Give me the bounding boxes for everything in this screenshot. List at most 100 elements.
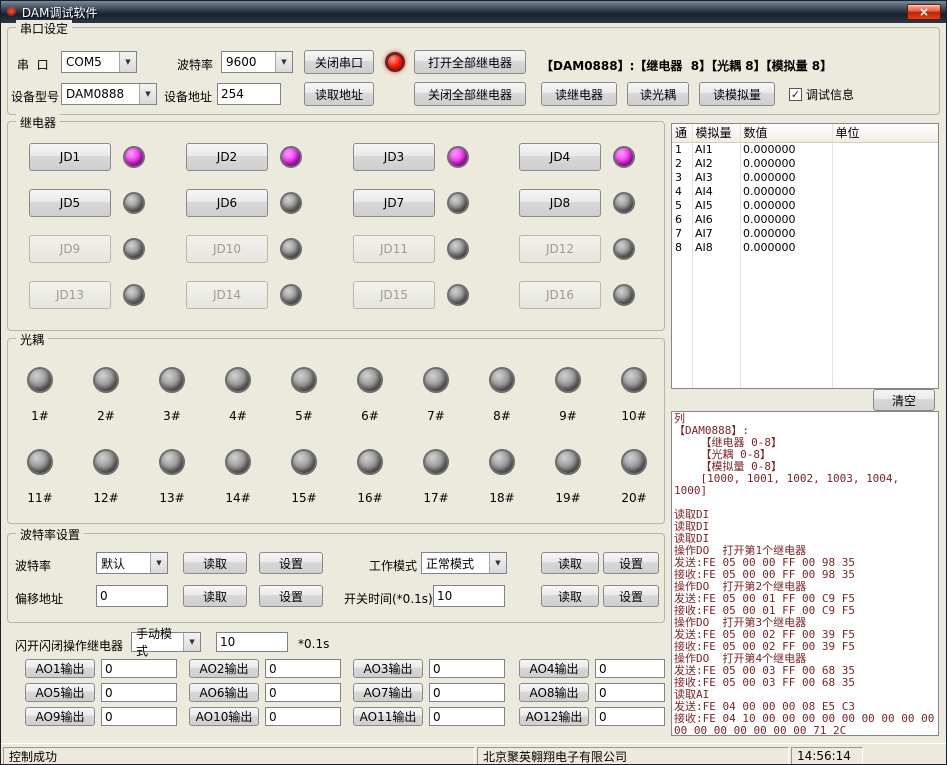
cell-ch: 3 bbox=[672, 170, 692, 184]
analog-table: 通 模拟量 数值 单位 1AI10.000000 2AI20.000000 3A… bbox=[671, 123, 939, 389]
relay-button-jd2[interactable]: JD2 bbox=[186, 143, 268, 171]
chevron-down-icon[interactable]: ▼ bbox=[150, 553, 167, 573]
ao4-value-field[interactable] bbox=[595, 659, 665, 678]
work-mode-select[interactable]: 正常模式 ▼ bbox=[421, 552, 507, 574]
device-model-select[interactable]: DAM0888 ▼ bbox=[61, 83, 157, 105]
switch-time-set-button[interactable]: 设置 bbox=[603, 585, 659, 607]
ao2-value-field[interactable] bbox=[265, 659, 341, 678]
baud-settings-group: 波特率设置 bbox=[7, 533, 665, 623]
table-row[interactable]: 6AI60.000000 bbox=[672, 212, 938, 226]
baud-read-button[interactable]: 读取 bbox=[183, 552, 247, 574]
ao3-output-button[interactable]: AO3输出 bbox=[353, 659, 423, 678]
device-model-value: DAM0888 bbox=[66, 87, 124, 101]
ao3-value-field[interactable] bbox=[429, 659, 505, 678]
ao1-output-button[interactable]: AO1输出 bbox=[25, 659, 95, 678]
chevron-down-icon[interactable]: ▼ bbox=[139, 84, 156, 104]
baud-setting-select[interactable]: 默认 ▼ bbox=[96, 552, 168, 574]
table-row[interactable]: 8AI80.000000 bbox=[672, 240, 938, 254]
work-mode-value: 正常模式 bbox=[426, 555, 474, 572]
ao5-value-field[interactable] bbox=[101, 683, 177, 702]
open-all-relays-button[interactable]: 打开全部继电器 bbox=[414, 50, 526, 74]
debug-log[interactable]: 列 【DAM0888】: 【继电器 0-8】 【光耦 0-8】 【模拟量 0-8… bbox=[671, 411, 939, 736]
relay-button-jd4[interactable]: JD4 bbox=[519, 143, 601, 171]
close-button[interactable]: × bbox=[907, 4, 941, 20]
relay-led-jd14 bbox=[280, 284, 302, 306]
ao6-output-button[interactable]: AO6输出 bbox=[189, 683, 259, 702]
com-port-select[interactable]: COM5 ▼ bbox=[61, 51, 137, 73]
ao11-output-button[interactable]: AO11输出 bbox=[353, 707, 423, 726]
title-bar[interactable]: ✺ DAM调试软件 × bbox=[1, 1, 946, 23]
ao7-value-field[interactable] bbox=[429, 683, 505, 702]
table-row[interactable]: 2AI20.000000 bbox=[672, 156, 938, 170]
relay-button-jd5[interactable]: JD5 bbox=[29, 189, 111, 217]
relay-button-jd16: JD16 bbox=[519, 281, 601, 309]
chevron-down-icon[interactable]: ▼ bbox=[275, 52, 292, 72]
relay-button-jd1[interactable]: JD1 bbox=[29, 143, 111, 171]
opto-led-18 bbox=[489, 449, 515, 475]
read-address-button[interactable]: 读取地址 bbox=[304, 82, 374, 106]
relay-button-jd3[interactable]: JD3 bbox=[353, 143, 435, 171]
ao2-output-button[interactable]: AO2输出 bbox=[189, 659, 259, 678]
opto-led-11 bbox=[27, 449, 53, 475]
close-all-relays-button[interactable]: 关闭全部继电器 bbox=[414, 82, 526, 106]
work-mode-set-button[interactable]: 设置 bbox=[603, 552, 659, 574]
relay-button-jd8[interactable]: JD8 bbox=[519, 189, 601, 217]
baud-set-button[interactable]: 设置 bbox=[259, 552, 323, 574]
ao11-value-field[interactable] bbox=[429, 707, 505, 726]
ao10-output-button[interactable]: AO10输出 bbox=[189, 707, 259, 726]
ao12-value-field[interactable] bbox=[595, 707, 665, 726]
read-opto-button[interactable]: 读光耦 bbox=[627, 82, 689, 106]
offset-set-button[interactable]: 设置 bbox=[259, 585, 323, 607]
ao6-value-field[interactable] bbox=[265, 683, 341, 702]
ao5-output-button[interactable]: AO5输出 bbox=[25, 683, 95, 702]
col-analog[interactable]: 模拟量 bbox=[692, 124, 740, 142]
flash-operation-label: 闪开闪闭操作继电器 bbox=[15, 637, 123, 654]
col-value[interactable]: 数值 bbox=[740, 124, 832, 142]
table-row[interactable]: 5AI50.000000 bbox=[672, 198, 938, 212]
col-unit[interactable]: 单位 bbox=[832, 124, 938, 142]
status-message: 控制成功 bbox=[3, 747, 475, 765]
relay-button-jd6[interactable]: JD6 bbox=[186, 189, 268, 217]
opto-label-16: 16# bbox=[350, 491, 390, 505]
ao9-value-field[interactable] bbox=[101, 707, 177, 726]
ao9-output-button[interactable]: AO9输出 bbox=[25, 707, 95, 726]
flash-time-field[interactable] bbox=[216, 632, 288, 652]
device-address-field[interactable] bbox=[217, 83, 281, 105]
baud-rate-label: 波特率 bbox=[177, 56, 213, 73]
checkbox-check-icon[interactable]: ✓ bbox=[789, 88, 802, 101]
opto-label-1: 1# bbox=[20, 409, 60, 423]
cell-name: AI1 bbox=[692, 142, 740, 156]
offset-address-field[interactable] bbox=[96, 585, 168, 607]
opto-label-17: 17# bbox=[416, 491, 456, 505]
read-relays-button[interactable]: 读继电器 bbox=[541, 82, 617, 106]
clock: 14:56:14 bbox=[791, 747, 863, 765]
switch-time-read-button[interactable]: 读取 bbox=[541, 585, 599, 607]
ao8-output-button[interactable]: AO8输出 bbox=[519, 683, 589, 702]
ao1-value-field[interactable] bbox=[101, 659, 177, 678]
baud-rate-select[interactable]: 9600 ▼ bbox=[221, 51, 293, 73]
table-row[interactable]: 4AI40.000000 bbox=[672, 184, 938, 198]
relay-button-jd7[interactable]: JD7 bbox=[353, 189, 435, 217]
debug-info-checkbox[interactable]: ✓ 调试信息 bbox=[789, 86, 854, 103]
chevron-down-icon[interactable]: ▼ bbox=[119, 52, 136, 72]
ao10-value-field[interactable] bbox=[265, 707, 341, 726]
close-serial-button[interactable]: 关闭串口 bbox=[304, 50, 374, 74]
table-row[interactable]: 1AI10.000000 bbox=[672, 142, 938, 156]
table-row[interactable]: 7AI70.000000 bbox=[672, 226, 938, 240]
opto-led-20 bbox=[621, 449, 647, 475]
chevron-down-icon[interactable]: ▼ bbox=[489, 553, 506, 573]
table-row[interactable]: 3AI30.000000 bbox=[672, 170, 938, 184]
work-mode-read-button[interactable]: 读取 bbox=[541, 552, 599, 574]
clear-button[interactable]: 清空 bbox=[873, 389, 935, 411]
offset-read-button[interactable]: 读取 bbox=[183, 585, 247, 607]
chevron-down-icon[interactable]: ▼ bbox=[183, 633, 200, 651]
ao4-output-button[interactable]: AO4输出 bbox=[519, 659, 589, 678]
ao8-value-field[interactable] bbox=[595, 683, 665, 702]
flash-mode-select[interactable]: 手动模式 ▼ bbox=[131, 632, 201, 652]
read-analog-button[interactable]: 读模拟量 bbox=[699, 82, 775, 106]
ao12-output-button[interactable]: AO12输出 bbox=[519, 707, 589, 726]
ao7-output-button[interactable]: AO7输出 bbox=[353, 683, 423, 702]
switch-time-field[interactable] bbox=[433, 585, 505, 607]
col-channel[interactable]: 通 bbox=[672, 124, 692, 142]
relay-led-jd9 bbox=[123, 238, 145, 260]
